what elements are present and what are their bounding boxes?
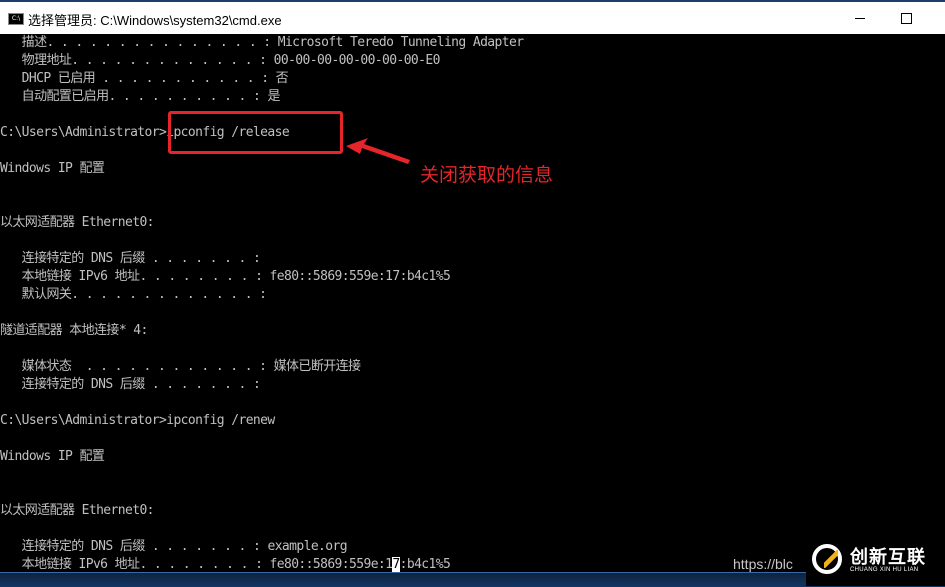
- annotation-arrow-icon: [346, 138, 410, 164]
- cmd-icon: C:\: [8, 13, 24, 25]
- annotation-highlight-box: [168, 111, 343, 154]
- console-line: 默认网关. . . . . . . . . . . . . :: [0, 287, 267, 302]
- console-line: 连接特定的 DNS 后缀 . . . . . . . :: [0, 251, 261, 266]
- console-line: Windows IP 配置: [0, 449, 105, 464]
- console-line: 媒体状态 . . . . . . . . . . . . : 媒体已断开连接: [0, 359, 361, 374]
- console-text: 本地链接 IPv6 地址. . . . . . . . : fe80::5869…: [0, 557, 393, 572]
- console-line: C:\Users\Administrator>ipconfig /renew: [0, 413, 275, 428]
- title-bar[interactable]: C:\ 选择管理员: C:\Windows\system32\cmd.exe: [0, 0, 945, 34]
- console-line: 以太网适配器 Ethernet0:: [0, 503, 155, 518]
- brand-watermark: 创新互联 CHUANG XIN HU LIAN: [806, 536, 945, 586]
- taskbar: [0, 572, 945, 587]
- console-line: 物理地址. . . . . . . . . . . . . : 00-00-00…: [0, 53, 441, 68]
- brand-subtitle: CHUANG XIN HU LIAN: [850, 567, 919, 573]
- annotation-label: 关闭获取的信息: [420, 164, 554, 186]
- console-line: Windows IP 配置: [0, 161, 105, 176]
- brand-logo-icon: [812, 544, 842, 574]
- watermark-url: https://blc: [733, 556, 793, 572]
- console-line: 本地链接 IPv6 地址. . . . . . . . : fe80::5869…: [0, 269, 451, 284]
- console-line: 自动配置已启用. . . . . . . . . . : 是: [0, 89, 281, 104]
- console-line: 描述. . . . . . . . . . . . . . . : Micros…: [0, 35, 524, 50]
- console-line: 隧道适配器 本地连接* 4:: [0, 323, 148, 338]
- brand-name: 创新互联: [850, 547, 926, 568]
- console-output[interactable]: 描述. . . . . . . . . . . . . . . : Micros…: [0, 34, 945, 572]
- maximize-button[interactable]: [882, 2, 928, 34]
- console-line: DHCP 已启用 . . . . . . . . . . . : 否: [0, 71, 289, 86]
- text-cursor: 7: [392, 557, 400, 572]
- console-line: 以太网适配器 Ethernet0:: [0, 215, 155, 230]
- console-line: 连接特定的 DNS 后缀 . . . . . . . :: [0, 377, 261, 392]
- minimize-button[interactable]: [836, 2, 882, 34]
- console-line: 连接特定的 DNS 后缀 . . . . . . . : example.org: [0, 539, 348, 554]
- console-text: :b4c1%5: [399, 557, 451, 572]
- window-title: 选择管理员: C:\Windows\system32\cmd.exe: [28, 13, 282, 28]
